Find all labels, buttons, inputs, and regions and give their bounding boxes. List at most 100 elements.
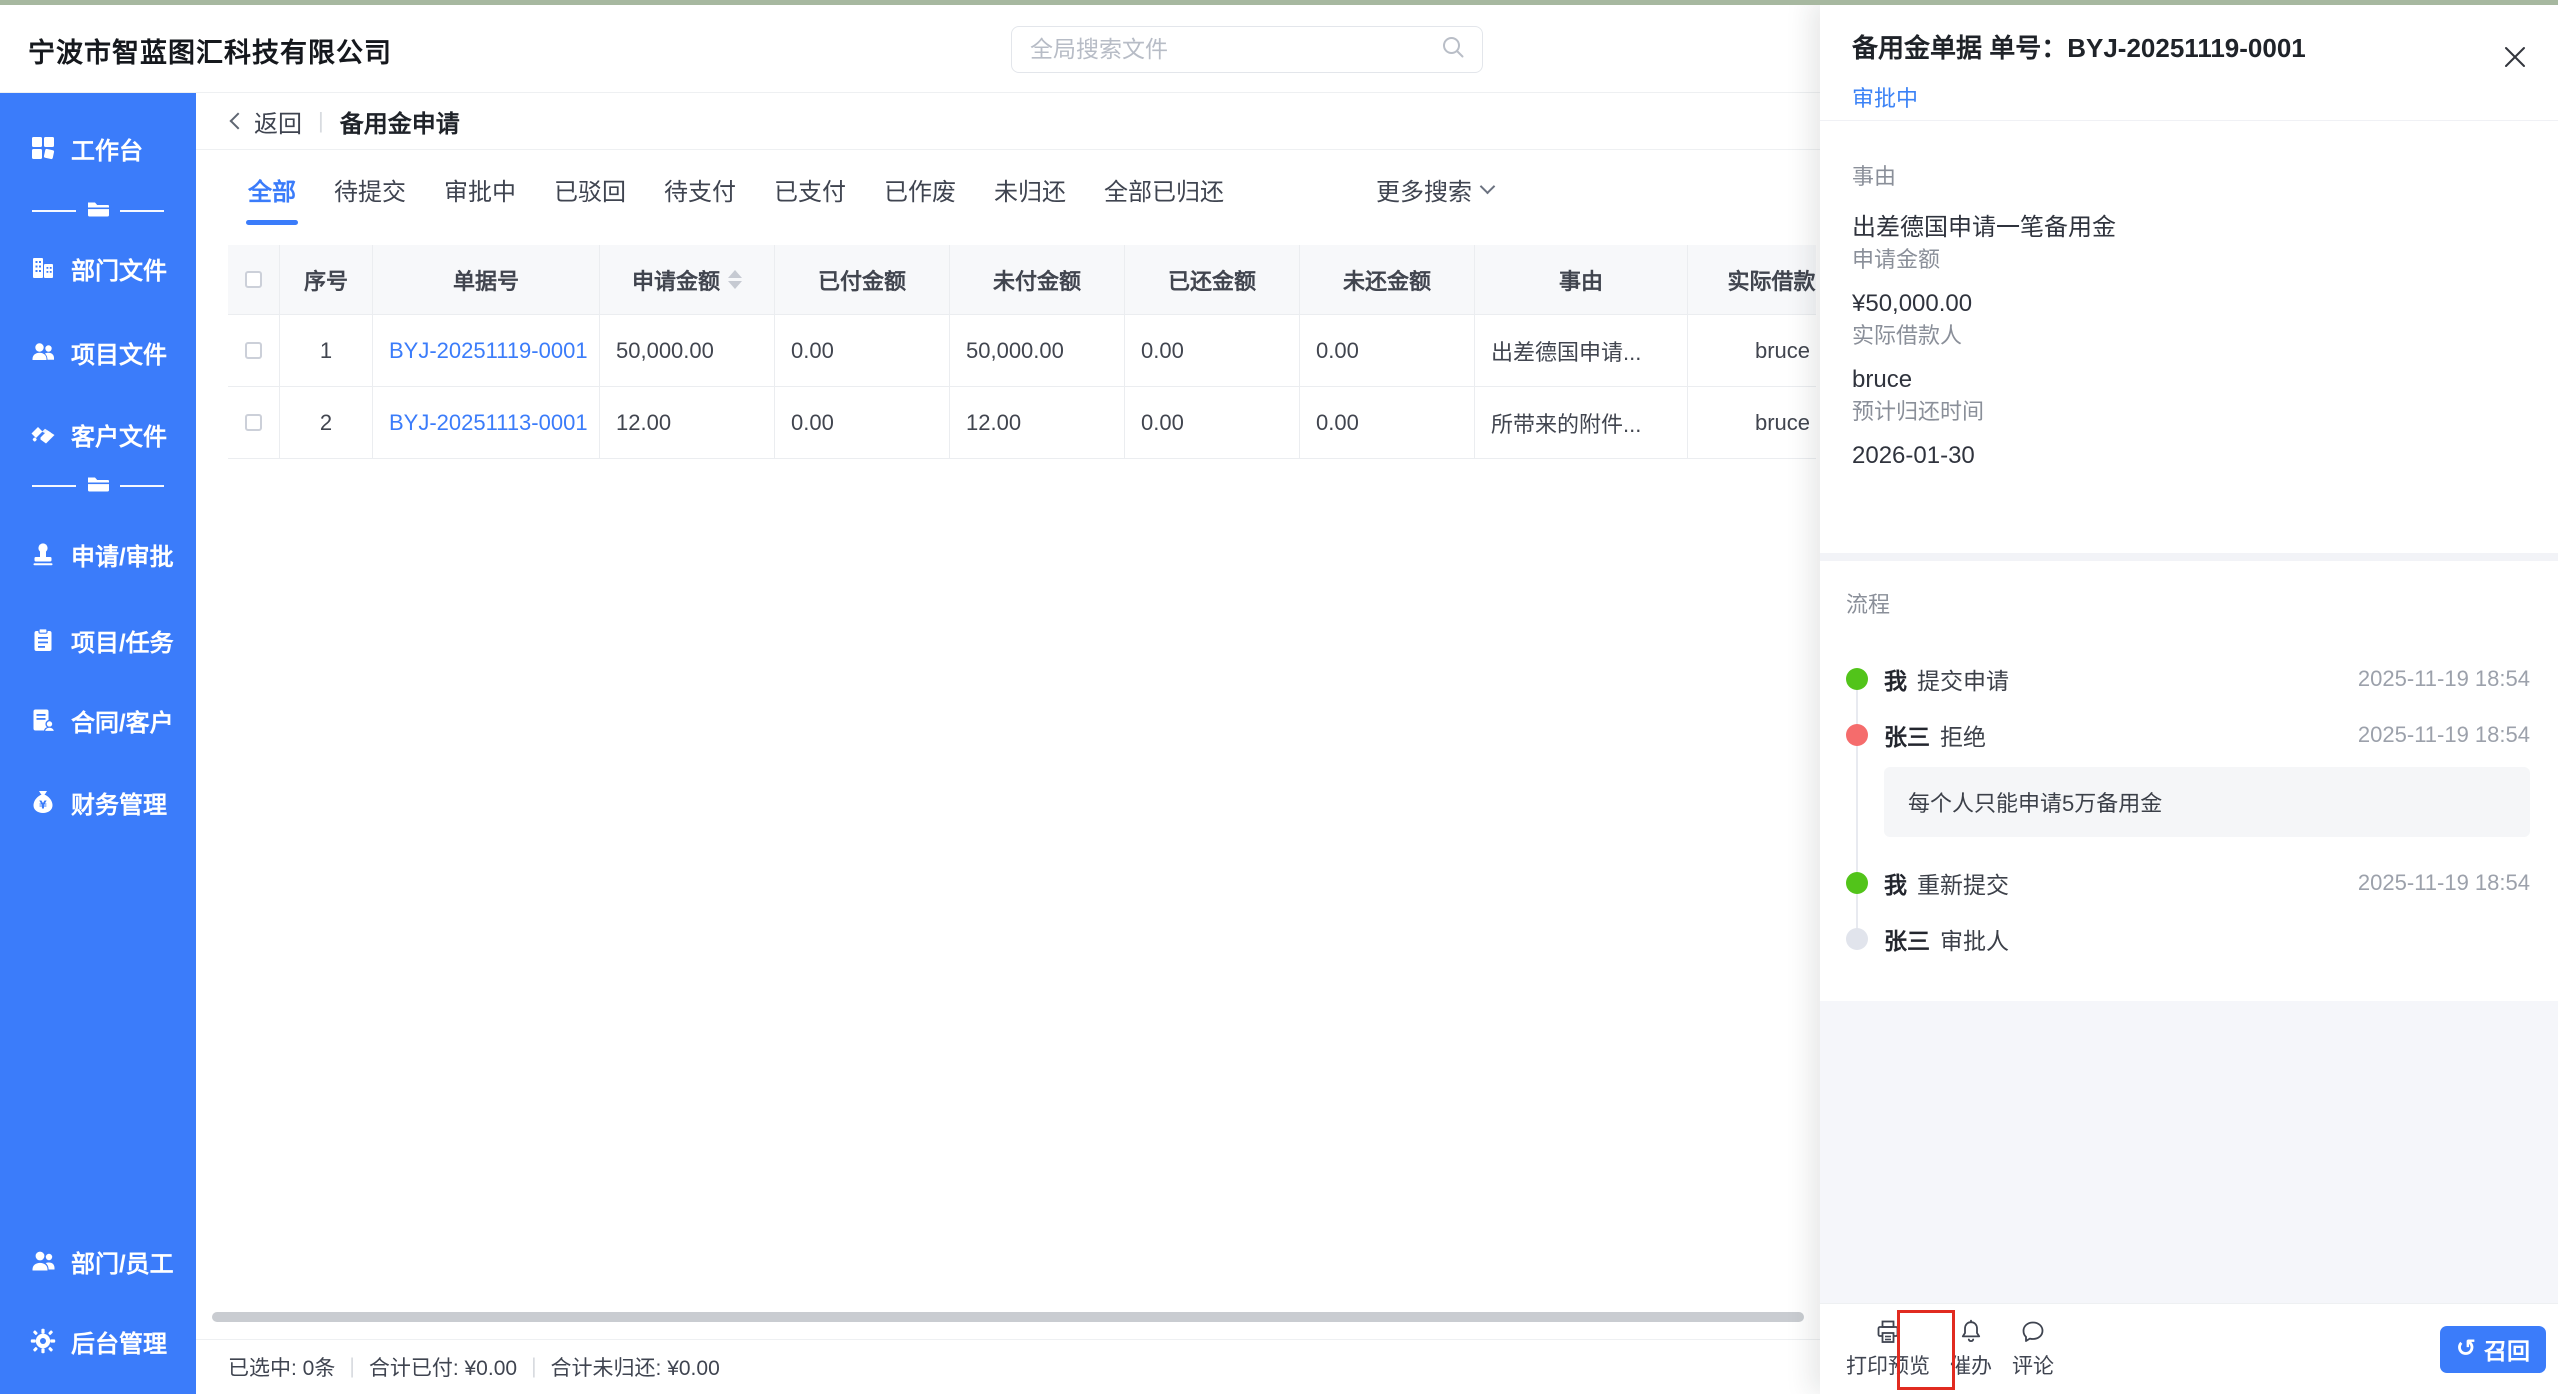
cell-unrepaid-amount: 0.00 xyxy=(1300,387,1475,458)
sidebar-item-label: 项目文件 xyxy=(71,335,167,370)
sort-icon[interactable] xyxy=(728,270,742,289)
column-header: 事由 xyxy=(1475,245,1688,314)
field-value: ¥50,000.00 xyxy=(1852,290,2526,318)
column-header: 已还金额 xyxy=(1125,245,1300,314)
filter-tab[interactable]: 已驳回 xyxy=(554,172,626,231)
table-header: 序号 单据号 申请金额 xyxy=(228,245,1816,315)
chevron-down-icon xyxy=(1480,179,1496,195)
sidebar-item-label: 项目/任务 xyxy=(71,623,174,658)
sidebar-item-label: 财务管理 xyxy=(71,785,167,820)
row-checkbox[interactable] xyxy=(245,414,262,431)
sidebar-item-project-files[interactable]: 项目文件 xyxy=(0,329,196,375)
flow-step: 我 提交申请 2025-11-19 18:54 xyxy=(1846,651,2530,707)
field-label: 申请金额 xyxy=(1852,242,2526,274)
field-value: bruce xyxy=(1852,366,2526,394)
recall-label: 召回 xyxy=(2484,1332,2530,1366)
filter-tab[interactable]: 审批中 xyxy=(444,172,516,231)
more-search-toggle[interactable]: 更多搜索 xyxy=(1376,172,1493,207)
filter-tab[interactable]: 已支付 xyxy=(774,172,846,231)
sidebar-item-label: 合同/客户 xyxy=(71,703,174,738)
flow-timeline: 我 提交申请 2025-11-19 18:54 张三 拒绝 2025-11-19… xyxy=(1846,651,2530,967)
urge-button[interactable]: 催办 xyxy=(1940,1315,2002,1384)
search-input[interactable] xyxy=(1030,36,1430,63)
drawer-spacer xyxy=(1820,1001,2558,1303)
filter-tab[interactable]: 已作废 xyxy=(884,172,956,231)
step-actor: 我 xyxy=(1884,866,1907,900)
printer-icon xyxy=(1875,1319,1901,1345)
step-actor: 张三 xyxy=(1884,718,1930,752)
stamp-icon xyxy=(30,541,56,567)
cell-applied-amount: 12.00 xyxy=(600,387,775,458)
sidebar-item-finance[interactable]: ¥ 财务管理 xyxy=(0,779,196,825)
cell-reason: 所带来的附件... xyxy=(1475,387,1688,458)
field-label: 事由 xyxy=(1852,159,2526,191)
sidebar: 工作台 部门文件 项目文件 客户文件 xyxy=(0,93,196,1394)
horizontal-scrollbar[interactable] xyxy=(212,1312,1804,1322)
recall-button[interactable]: ↺ 召回 xyxy=(2440,1326,2546,1373)
flow-step-block: 张三 审批人 xyxy=(1846,911,2530,967)
workbench-grid-icon xyxy=(30,135,56,161)
sidebar-item-admin[interactable]: 后台管理 xyxy=(0,1318,196,1364)
sidebar-item-dept-staff[interactable]: 部门/员工 xyxy=(0,1238,196,1284)
doc-number-link[interactable]: BYJ-20251113-0001 xyxy=(389,410,588,436)
flow-step: 我 重新提交 2025-11-19 18:54 xyxy=(1846,855,2530,911)
filter-tab[interactable]: 全部已归还 xyxy=(1104,172,1224,231)
breadcrumb-separator: | xyxy=(318,108,324,134)
drawer-header: 备用金单据 单号：BYJ-20251119-0001 审批中 xyxy=(1820,0,2558,121)
sidebar-item-apply-approve[interactable]: 申请/审批 xyxy=(0,531,196,577)
step-dot xyxy=(1846,724,1868,746)
drawer-footer: 打印预览 催办 评论 ↺ 召回 xyxy=(1820,1303,2558,1394)
folder-icon xyxy=(86,472,110,501)
cell-index: 2 xyxy=(280,387,373,458)
step-actor: 我 xyxy=(1884,662,1907,696)
column-header: 实际借款人 xyxy=(1688,245,1816,314)
main-content: 返回 | 备用金申请 全部 待提交 审批中 已驳回 待支付 已支付 已作废 未归… xyxy=(196,93,1820,1394)
filter-tab[interactable]: 待支付 xyxy=(664,172,736,231)
step-time: 2025-11-19 18:54 xyxy=(2358,870,2530,896)
bell-icon xyxy=(1958,1319,1984,1345)
select-all-checkbox[interactable] xyxy=(245,271,262,288)
company-name: 宁波市智蓝图汇科技有限公司 xyxy=(28,31,392,70)
sidebar-item-dept-files[interactable]: 部门文件 xyxy=(0,245,196,291)
step-action: 拒绝 xyxy=(1940,718,1986,752)
cell-paid-amount: 0.00 xyxy=(775,387,950,458)
breadcrumb: 返回 | 备用金申请 xyxy=(196,93,1820,150)
sidebar-item-customer-files[interactable]: 客户文件 xyxy=(0,411,196,457)
filter-tab[interactable]: 未归还 xyxy=(994,172,1066,231)
total-paid: 合计已付: ¥0.00 xyxy=(369,1352,517,1382)
contract-icon xyxy=(30,707,56,733)
table-row[interactable]: 2 BYJ-20251113-0001 12.00 0.00 12.00 0.0… xyxy=(228,387,1816,459)
back-link[interactable]: 返回 xyxy=(232,104,302,139)
cell-borrower: bruce xyxy=(1688,387,1816,458)
column-header: 单据号 xyxy=(373,245,600,314)
total-unreturned: 合计未归还: ¥0.00 xyxy=(551,1352,720,1382)
sidebar-item-label: 部门/员工 xyxy=(71,1244,174,1279)
table-body: 1 BYJ-20251119-0001 50,000.00 0.00 50,00… xyxy=(228,315,1816,459)
flow-step-block: 我 重新提交 2025-11-19 18:54 xyxy=(1846,855,2530,911)
filter-tab[interactable]: 全部 xyxy=(248,172,296,231)
field-label: 预计归还时间 xyxy=(1852,394,2526,426)
row-checkbox[interactable] xyxy=(245,342,262,359)
comment-button[interactable]: 评论 xyxy=(2002,1315,2064,1384)
print-preview-button[interactable]: 打印预览 xyxy=(1836,1315,1940,1384)
global-search[interactable] xyxy=(1011,26,1483,73)
step-actor: 张三 xyxy=(1884,922,1930,956)
field: 预计归还时间 2026-01-30 xyxy=(1852,394,2526,470)
column-header: 未还金额 xyxy=(1300,245,1475,314)
table-row[interactable]: 1 BYJ-20251119-0001 50,000.00 0.00 50,00… xyxy=(228,315,1816,387)
chevron-left-icon xyxy=(230,113,247,130)
sidebar-item-workbench[interactable]: 工作台 xyxy=(0,125,196,171)
doc-number-link[interactable]: BYJ-20251119-0001 xyxy=(389,338,588,364)
sidebar-item-contract-customer[interactable]: 合同/客户 xyxy=(0,697,196,743)
group-icon xyxy=(30,339,56,365)
filter-tab[interactable]: 待提交 xyxy=(334,172,406,231)
step-time: 2025-11-19 18:54 xyxy=(2358,722,2530,748)
back-label: 返回 xyxy=(254,104,302,139)
step-dot xyxy=(1846,928,1868,950)
close-icon[interactable] xyxy=(2498,40,2532,74)
column-header: 申请金额 xyxy=(600,245,775,314)
sidebar-divider-files xyxy=(0,198,196,224)
sidebar-item-project-task[interactable]: 项目/任务 xyxy=(0,617,196,663)
flow-section: 流程 我 提交申请 2025-11-19 18:54 xyxy=(1820,561,2558,1001)
building-icon xyxy=(30,255,56,281)
